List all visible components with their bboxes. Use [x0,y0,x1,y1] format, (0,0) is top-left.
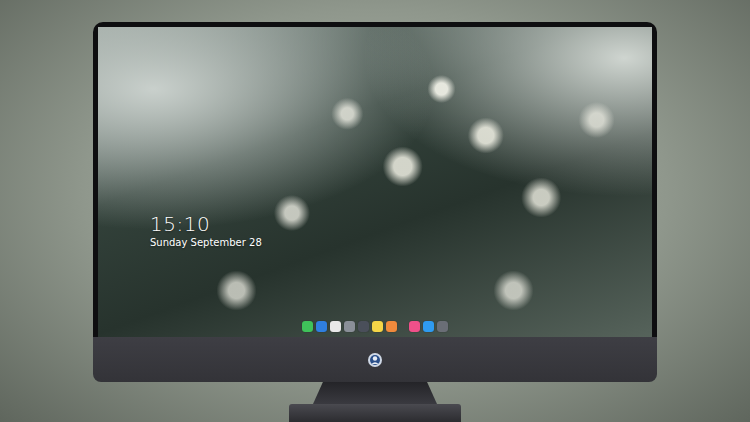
dock-group [409,321,448,332]
monitor-chin [93,337,657,382]
app-icon[interactable] [302,321,313,332]
page: 15:10 Sunday September 28 [0,0,750,422]
stand-base [289,404,461,422]
stand-neck [313,382,437,404]
app-icon[interactable] [330,321,341,332]
lock-screen: 15:10 Sunday September 28 [98,27,652,337]
dock [98,321,652,332]
dock-group [302,321,397,332]
clock-time: 15:10 [150,213,262,235]
monitor: 15:10 Sunday September 28 [93,22,657,422]
app-icon[interactable] [316,321,327,332]
app-icon[interactable] [409,321,420,332]
app-icon[interactable] [437,321,448,332]
app-icon[interactable] [423,321,434,332]
app-icon[interactable] [372,321,383,332]
app-icon[interactable] [344,321,355,332]
clock: 15:10 Sunday September 28 [150,213,262,249]
monitor-bezel: 15:10 Sunday September 28 [93,22,657,337]
brand-logo-icon [367,352,383,368]
clock-date: Sunday September 28 [150,237,262,249]
app-icon[interactable] [358,321,369,332]
app-icon[interactable] [386,321,397,332]
